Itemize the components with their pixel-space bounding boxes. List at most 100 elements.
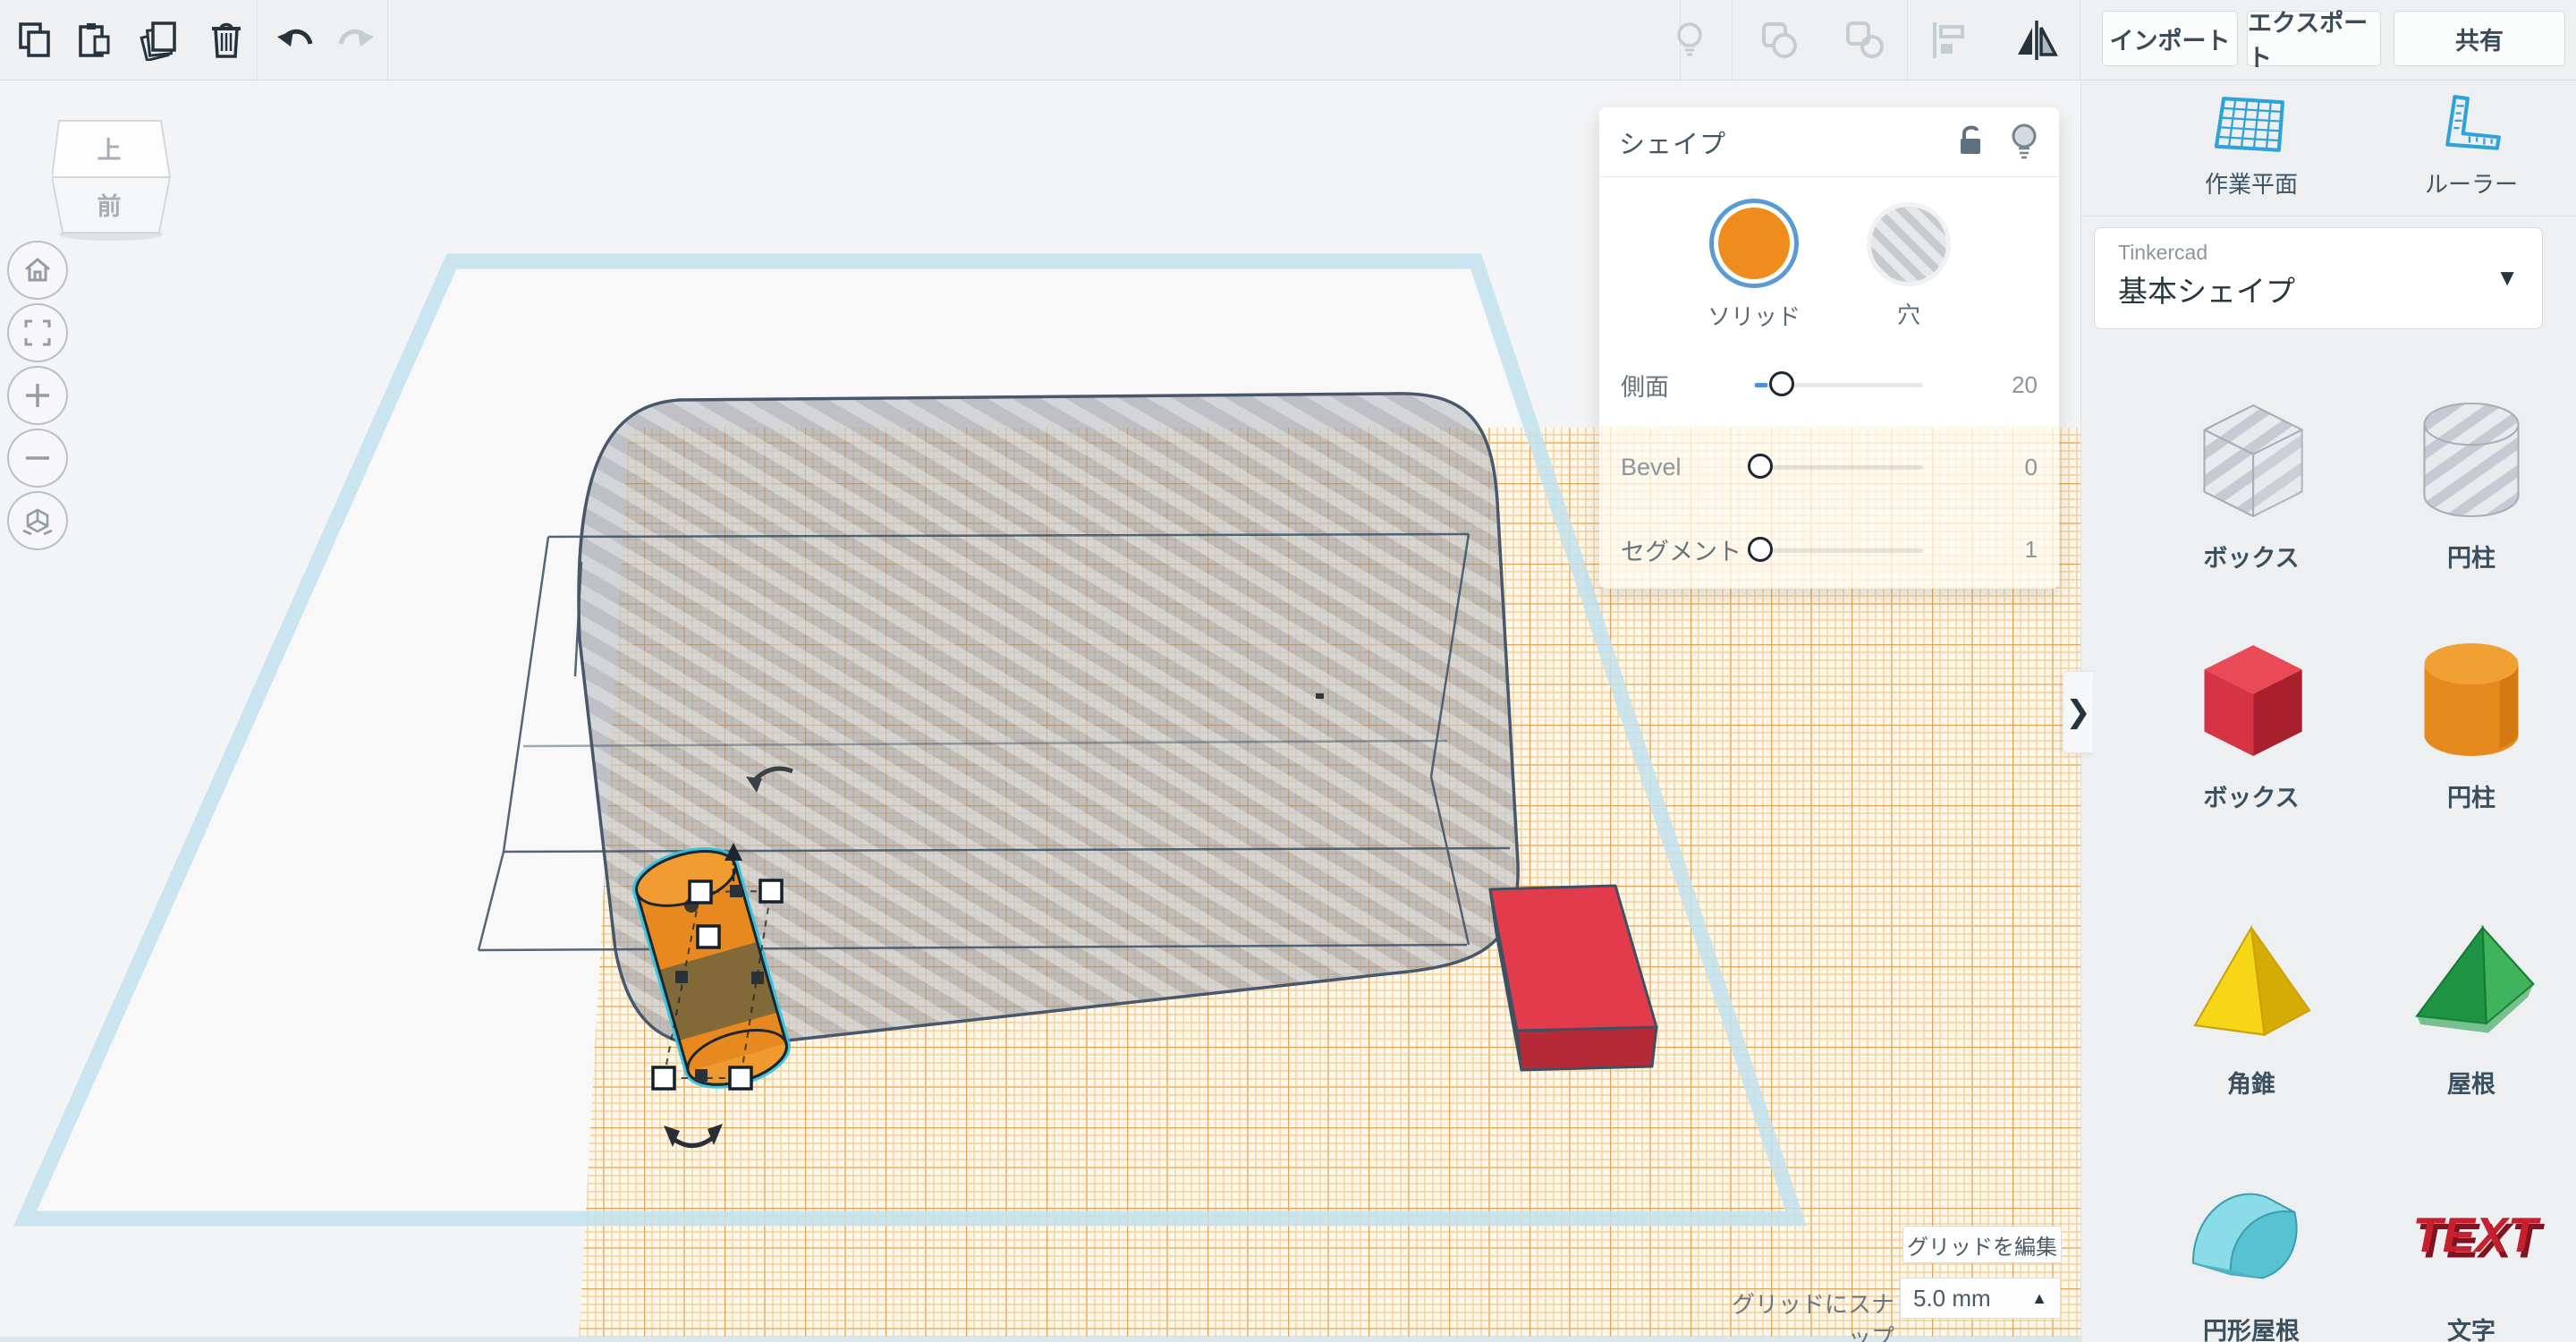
unlock-icon[interactable] <box>1955 124 1986 160</box>
segments-slider-label: セグメント <box>1621 539 1741 565</box>
shape-item-cylinder-hole[interactable]: 円柱 <box>2364 385 2576 573</box>
minus-icon <box>26 456 49 460</box>
library-title: 基本シェイプ <box>2118 275 2295 308</box>
shape-panel-title: シェイプ <box>1619 130 1727 159</box>
solid-label: ソリッド <box>1707 303 1801 330</box>
bevel-slider-value: 0 <box>2024 453 2038 480</box>
share-button[interactable]: 共有 <box>2394 11 2565 66</box>
show-all-button[interactable] <box>1665 16 1714 64</box>
shape-item-label: 角錐 <box>2227 1071 2275 1098</box>
shape-item-box[interactable]: ボックス <box>2144 624 2359 813</box>
bevel-slider-row: Bevel 0 <box>1599 426 2059 508</box>
plus-icon <box>26 384 49 407</box>
shape-item-label: 文字 <box>2447 1318 2496 1342</box>
shape-item-label: 円柱 <box>2447 545 2496 572</box>
solid-mode-button[interactable]: ソリッド <box>1707 199 1801 332</box>
lightbulb-icon <box>1677 22 1702 56</box>
shape-inspector-panel: シェイプ ソリッド 穴 側面 20 Bevel 0 セグメント 1 <box>1599 107 2059 589</box>
view-cube[interactable]: 上 前 <box>52 116 177 242</box>
shape-item-cylinder[interactable]: 円柱 <box>2364 624 2576 813</box>
orange-cylinder-icon <box>2424 643 2519 756</box>
sides-slider-value: 20 <box>2012 370 2038 398</box>
share-label: 共有 <box>2455 27 2504 55</box>
cylinder-hole-icon <box>2423 402 2520 518</box>
ungroup-button[interactable] <box>1841 16 1889 64</box>
copy-button[interactable] <box>11 16 59 64</box>
shape-item-box-hole[interactable]: ボックス <box>2144 385 2359 573</box>
shape-item-pyramid[interactable]: 角錐 <box>2144 911 2359 1100</box>
chevron-right-icon: ❯ <box>2065 695 2091 729</box>
shape-item-label: 円柱 <box>2447 785 2496 811</box>
mirror-icon <box>2018 21 2058 60</box>
viewcube-front-label[interactable]: 前 <box>97 192 122 220</box>
hole-mode-button[interactable]: 穴 <box>1867 199 1951 330</box>
snap-grid-label: グリッドにスナップ <box>1731 1291 1894 1342</box>
snap-grid-select[interactable]: 5.0 mm ▲ <box>1900 1278 2061 1319</box>
segments-slider-value: 1 <box>2024 536 2038 563</box>
ruler-tool-label: ルーラー <box>2424 171 2518 198</box>
ruler-icon <box>2445 95 2501 150</box>
duplicate-button[interactable] <box>134 16 182 64</box>
hole-label: 穴 <box>1896 302 1920 328</box>
workplane-icon <box>2214 97 2285 152</box>
sidebar-collapse-tab[interactable]: ❯ <box>2063 671 2093 753</box>
bevel-slider-track[interactable] <box>1753 465 1923 470</box>
solid-color-swatch <box>1708 199 1799 288</box>
align-button[interactable] <box>1925 16 1973 64</box>
segments-slider-track[interactable] <box>1753 548 1923 553</box>
perspective-cube-icon <box>22 508 53 536</box>
workplane-tool-button[interactable]: 作業平面 <box>2162 93 2341 200</box>
shape-item-label: ボックス <box>2203 785 2300 811</box>
shape-item-round-roof[interactable]: 円形屋根 <box>2144 1158 2359 1342</box>
bevel-slider-label: Bevel <box>1621 453 1682 480</box>
red-box-icon <box>2204 645 2302 756</box>
sides-slider-row: 側面 20 <box>1599 344 2059 426</box>
segments-slider-knob[interactable] <box>1748 536 1773 562</box>
lightbulb-visibility-icon[interactable] <box>2009 123 2039 162</box>
bevel-slider-knob[interactable] <box>1748 454 1773 479</box>
sides-slider-knob[interactable] <box>1769 371 1794 396</box>
text-shape-icon: TEXT TEXT <box>2412 1208 2545 1268</box>
segments-slider-row: セグメント 1 <box>1599 508 2059 589</box>
shape-panel-header: シェイプ <box>1599 107 2059 177</box>
pyramid-icon <box>2193 924 2311 1037</box>
sides-slider-label: 側面 <box>1621 373 1669 401</box>
workplane-tool-label: 作業平面 <box>2204 171 2298 198</box>
edit-grid-label: グリッドを編集 <box>1907 1235 2057 1260</box>
paste-button[interactable] <box>70 16 118 64</box>
shape-library-dropdown[interactable]: Tinkercad 基本シェイプ ▼ <box>2094 227 2543 329</box>
shape-item-label: 円形屋根 <box>2203 1318 2300 1342</box>
top-toolbar: インポート エクスポート 共有 <box>0 0 2576 81</box>
home-view-button[interactable] <box>7 241 68 300</box>
import-button[interactable]: インポート <box>2102 11 2238 66</box>
edit-grid-button[interactable]: グリッドを編集 <box>1902 1226 2062 1263</box>
group-button[interactable] <box>1755 16 1803 64</box>
delete-button[interactable] <box>202 16 250 64</box>
ruler-tool-button[interactable]: ルーラー <box>2382 93 2561 200</box>
export-button[interactable]: エクスポート <box>2247 10 2381 72</box>
caret-up-icon: ▲ <box>2031 1288 2047 1307</box>
library-brand: Tinkercad <box>2118 241 2208 264</box>
zoom-in-button[interactable] <box>7 366 68 425</box>
undo-icon <box>277 29 313 47</box>
roof-icon <box>2415 924 2535 1033</box>
shape-item-text[interactable]: TEXT TEXT 文字 <box>2364 1158 2576 1342</box>
perspective-toggle-button[interactable] <box>7 491 68 550</box>
fit-view-button[interactable] <box>7 303 68 362</box>
import-label: インポート <box>2109 27 2231 55</box>
sides-slider-fill <box>1755 383 1767 387</box>
undo-button[interactable] <box>270 16 318 64</box>
round-roof-icon <box>2191 1193 2298 1279</box>
cursor-dot <box>1316 693 1324 699</box>
home-icon <box>25 258 50 282</box>
shape-item-roof[interactable]: 屋根 <box>2364 911 2576 1100</box>
zoom-out-button[interactable] <box>7 429 68 488</box>
fit-view-icon <box>24 319 51 346</box>
caret-down-icon: ▼ <box>2496 264 2519 291</box>
mirror-button[interactable] <box>2012 16 2061 64</box>
shape-item-label: ボックス <box>2203 545 2300 572</box>
redo-button[interactable] <box>333 16 381 64</box>
material-mode-row: ソリッド 穴 <box>1599 177 2059 344</box>
align-icon <box>1933 22 1964 58</box>
viewcube-top-label[interactable]: 上 <box>97 137 122 164</box>
